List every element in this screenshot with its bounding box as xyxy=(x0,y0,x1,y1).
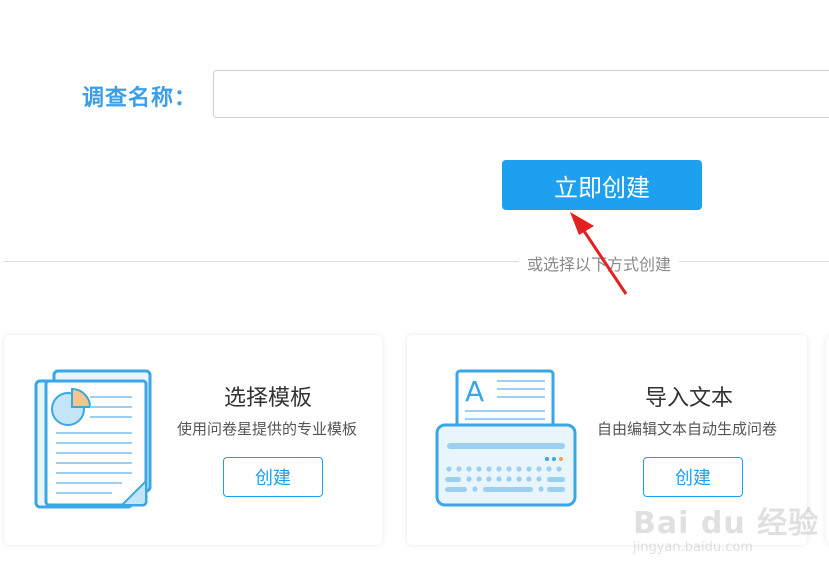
import-text-card-title: 导入文本 xyxy=(645,386,734,411)
survey-name-input[interactable] xyxy=(213,70,829,118)
section-divider xyxy=(4,261,829,262)
import-text-card-description: 自由编辑文本自动生成问卷 xyxy=(597,420,778,438)
create-now-button[interactable]: 立即创建 xyxy=(502,160,702,210)
template-document-icon xyxy=(34,369,152,509)
baidu-jingyan-watermark: Bai du 经验 jingyan.baidu.com xyxy=(633,498,819,555)
watermark-sub: jingyan.baidu.com xyxy=(633,540,753,555)
template-card[interactable]: 选择模板 使用问卷星提供的专业模板 创建 xyxy=(4,335,382,545)
create-from-template-button[interactable]: 创建 xyxy=(223,457,323,497)
typewriter-letter: A xyxy=(465,375,484,408)
template-card-description: 使用问卷星提供的专业模板 xyxy=(177,420,358,438)
create-from-text-button[interactable]: 创建 xyxy=(643,457,743,497)
import-text-typewriter-icon: A xyxy=(435,369,577,507)
survey-name-label: 调查名称： xyxy=(82,86,198,111)
divider-text: 或选择以下方式创建 xyxy=(519,251,680,275)
template-card-title: 选择模板 xyxy=(224,386,313,411)
watermark-main: Bai du 经验 xyxy=(633,506,820,541)
